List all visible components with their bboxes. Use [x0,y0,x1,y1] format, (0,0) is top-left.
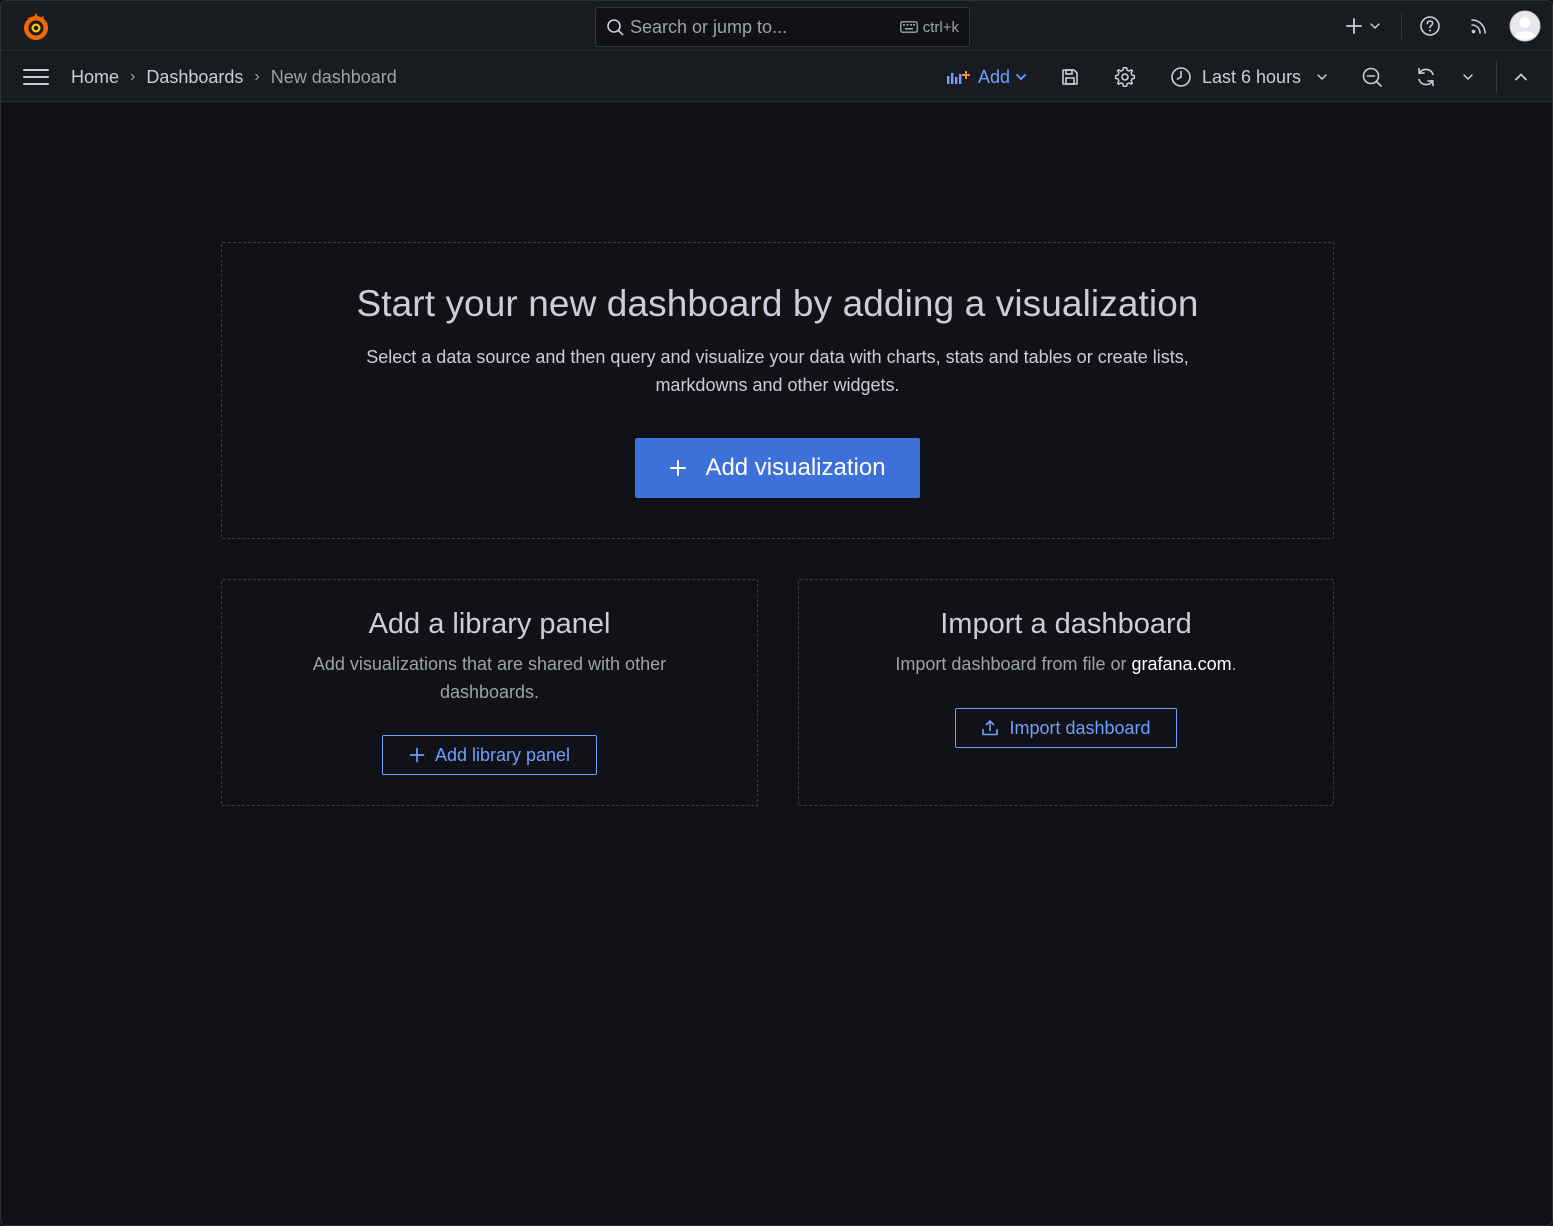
add-library-panel-button[interactable]: Add library panel [382,735,597,775]
add-label: Add [978,66,1011,87]
settings-button[interactable] [1114,61,1138,93]
add-visualization-label: Add visualization [705,454,886,481]
avatar-icon [1509,10,1541,42]
chevron-down-icon [1463,74,1473,80]
breadcrumb-dashboards[interactable]: Dashboards [146,67,243,88]
breadcrumb-current: New dashboard [270,66,397,87]
gear-icon [1114,67,1136,87]
upload-icon [981,719,999,737]
plus-icon [1346,18,1362,34]
refresh-interval-dropdown[interactable] [1461,61,1479,93]
import-dashboard-description: Import dashboard from file or grafana.co… [859,650,1273,678]
nav-bar: Home › Dashboards › New dashboard Add La… [1,52,1552,102]
user-avatar[interactable] [1509,9,1541,43]
library-panel-title: Add a library panel [368,608,611,640]
import-dashboard-card: Import a dashboard Import dashboard from… [798,579,1334,806]
time-range-picker[interactable]: Last 6 hours [1170,61,1329,93]
news-button[interactable] [1466,9,1492,43]
new-menu-button[interactable] [1341,9,1385,43]
refresh-button[interactable] [1415,61,1439,93]
chevron-up-icon [1515,73,1527,81]
hamburger-icon[interactable] [22,66,50,88]
chevron-down-icon [1016,74,1026,80]
app-window: Search or jump to... ctrl+k Home › Dashb… [0,0,1553,1226]
search-shortcut: ctrl+k [899,18,959,36]
top-bar: Search or jump to... ctrl+k [1,1,1552,51]
shortcut-text: ctrl+k [922,18,959,36]
import-description-suffix: . [1231,654,1237,674]
help-icon [1420,16,1440,36]
breadcrumb-home[interactable]: Home [71,67,119,88]
time-range-label: Last 6 hours [1202,66,1302,87]
breadcrumb: Home › Dashboards › New dashboard [71,65,397,89]
keyboard-icon [899,21,918,33]
add-library-panel-label: Add library panel [434,744,571,765]
empty-state-title: Start your new dashboard by adding a vis… [356,283,1199,324]
save-button[interactable] [1060,61,1084,93]
grafana-com-link[interactable]: grafana.com [1132,654,1232,674]
search-input[interactable]: Search or jump to... ctrl+k [595,7,970,47]
rss-icon [1471,19,1486,34]
library-panel-description: Add visualizations that are shared with … [312,654,667,702]
add-panel-icon [947,71,970,84]
zoom-out-button[interactable] [1361,61,1385,93]
plus-icon [669,459,687,477]
add-button[interactable]: Add [946,61,1028,93]
import-description-text: Import dashboard from file or [895,654,1132,674]
import-dashboard-button[interactable]: Import dashboard [955,708,1177,748]
library-panel-card: Add a library panel Add visualizations t… [221,579,758,806]
refresh-icon [1418,67,1434,87]
breadcrumb-separator: › [130,68,136,85]
search-icon [607,19,624,36]
empty-state-description: Select a data source and then query and … [366,347,1189,395]
empty-dashboard-panel: Start your new dashboard by adding a vis… [221,242,1334,539]
search-placeholder: Search or jump to... [630,16,788,37]
divider [1401,13,1402,39]
breadcrumb-separator: › [254,68,260,85]
divider [1496,61,1497,93]
grafana-logo-icon[interactable] [20,11,52,43]
import-dashboard-title: Import a dashboard [940,608,1192,640]
save-icon [1062,69,1078,85]
help-button[interactable] [1416,9,1444,43]
plus-icon [409,747,425,763]
chevron-down-icon [1370,23,1380,29]
zoom-out-icon [1362,67,1382,87]
import-dashboard-label: Import dashboard [1009,717,1151,738]
collapse-button[interactable] [1513,61,1533,93]
chevron-down-icon [1317,74,1327,80]
add-visualization-button[interactable]: Add visualization [635,438,920,498]
clock-icon [1171,67,1191,87]
